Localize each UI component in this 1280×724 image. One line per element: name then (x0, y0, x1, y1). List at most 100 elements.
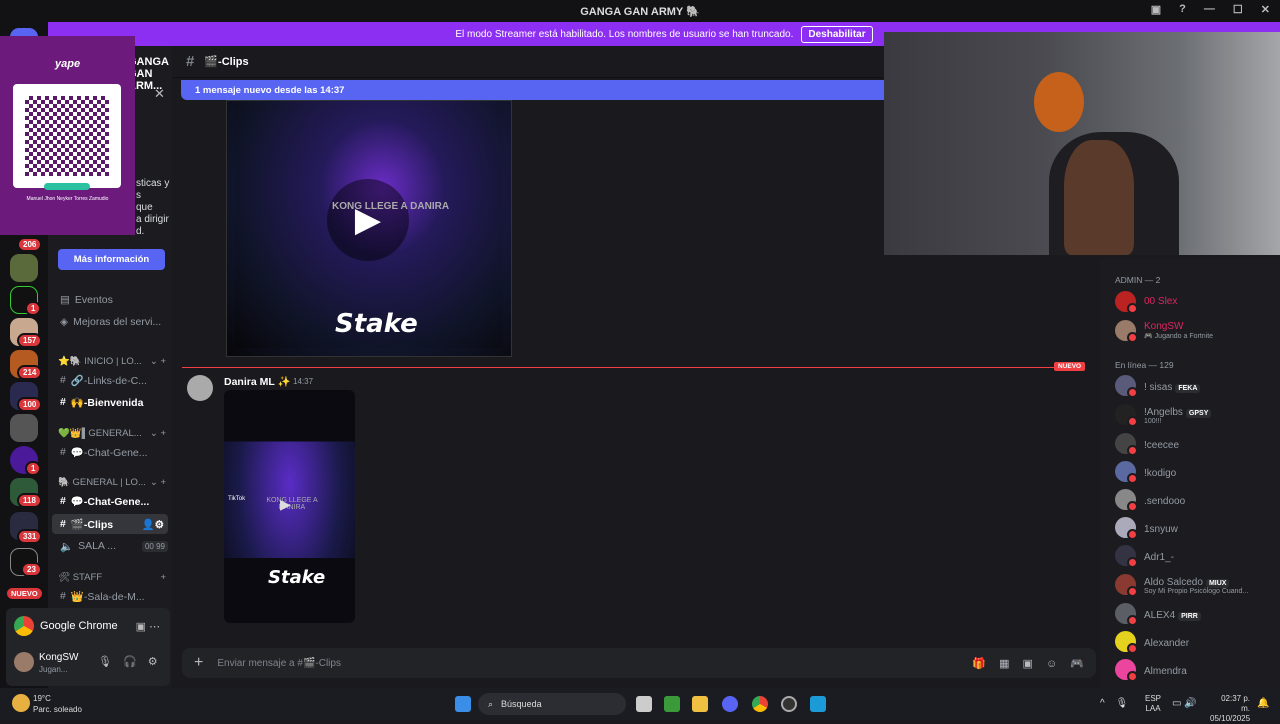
add-attachment-button[interactable]: + (194, 654, 203, 672)
member-item[interactable]: ! sisas FEKA (1115, 375, 1280, 398)
discord-icon[interactable] (722, 696, 738, 712)
mention-badge: 157 (17, 333, 43, 348)
member-list: ADMIN — 2 00 Slex KongSW 🎮 Jugando a Fort… (1100, 258, 1280, 688)
server-icon[interactable] (10, 414, 38, 442)
emoji-icon[interactable]: ☺ (1046, 658, 1057, 670)
author-avatar[interactable] (187, 375, 213, 401)
boosts-link[interactable]: Mejoras del servi... (73, 316, 161, 328)
new-servers-pill[interactable]: NUEVO (5, 586, 44, 601)
weather-desc[interactable]: Parc. soleado (33, 705, 82, 714)
video-embed-2[interactable]: TikTok KONG LLEGE A DANIRA ▶ Stake (224, 390, 355, 623)
mic-tray-icon[interactable]: 🎙 (1115, 698, 1128, 709)
disable-streamer-button[interactable]: Deshabilitar (801, 25, 873, 43)
member-item[interactable]: 1snyuw (1115, 517, 1280, 540)
user-panel: Google Chrome ▣ ⋯ KongSW Jugan... 🎙 🎧 ⚙ (6, 608, 170, 686)
weather-temp[interactable]: 19°C (33, 694, 51, 703)
message-composer[interactable]: + Enviar mensaje a #🎬-Clips 🎁 ▦ ▣ ☺ 🎮 (182, 648, 1096, 678)
mention-badge: 23 (21, 562, 42, 577)
chrome-icon (14, 616, 34, 636)
channel-links[interactable]: # 🔗-Links-de-C... (52, 370, 168, 390)
channel-chat-general-2[interactable]: # 💬-Chat-Gene... (52, 491, 168, 511)
start-button[interactable] (455, 696, 471, 712)
member-avatar (1115, 659, 1138, 682)
category-general[interactable]: 💚👑▌GENERAL... ⌄ + (58, 428, 166, 439)
channel-chat-general[interactable]: # 💬-Chat-Gene... (52, 442, 168, 462)
member-item[interactable]: Adr1_- (1115, 545, 1280, 568)
gif-icon[interactable]: ▦ (999, 658, 1009, 670)
channel-bienvenida[interactable]: # 🙌-Bienvenida (52, 392, 168, 412)
member-avatar (1115, 517, 1138, 540)
minecraft-icon[interactable] (664, 696, 680, 712)
member-item[interactable]: !ceecee (1115, 433, 1280, 456)
apps-icon[interactable]: 🎮 (1070, 658, 1084, 670)
video-caption: KONG LLEGE A DANIRA (266, 497, 318, 511)
member-item[interactable]: KongSW 🎮 Jugando a Fortnite (1115, 320, 1280, 343)
network-volume-icons[interactable]: ▭ 🔊 (1172, 698, 1197, 709)
message-time: 14:37 (293, 377, 314, 386)
inbox-icon[interactable]: ▣ (1151, 3, 1161, 16)
title-bar: GANGA GAN ARMY 🐘 ▣? — ☐ ✕ (0, 0, 1280, 22)
obs-icon[interactable] (781, 696, 797, 712)
maximize-button[interactable]: ☐ (1233, 3, 1243, 16)
voice-channel-sala[interactable]: 🔈 SALA ... 00 99 (52, 536, 168, 556)
guild-tag: MIUX (1205, 579, 1230, 588)
play-button[interactable]: ▶ (280, 496, 291, 513)
message-author[interactable]: Danira ML ✨ (224, 375, 291, 388)
more-info-button[interactable]: Más información (58, 249, 165, 270)
events-link[interactable]: Eventos (75, 294, 113, 306)
task-view-icon[interactable] (636, 696, 652, 712)
play-button[interactable]: ▶ (327, 179, 409, 261)
activity-row[interactable]: Google Chrome ▣ ⋯ (14, 616, 160, 636)
member-name: Adr1_- (1144, 552, 1175, 563)
promo-text: sticas y s que a dirigir d. (136, 178, 170, 237)
member-avatar (1115, 403, 1138, 427)
gift-icon[interactable]: 🎁 (972, 658, 986, 670)
search-box[interactable]: ⌕ Búsqueda (478, 693, 626, 715)
mention-badge: 100 (17, 397, 43, 412)
member-item[interactable]: ALEX4 PIRR (1115, 603, 1280, 626)
close-icon[interactable]: ✕ (154, 86, 165, 102)
channel-clips[interactable]: # 🎬-Clips 👤⚙ (52, 514, 168, 534)
member-item[interactable]: !kodigo (1115, 461, 1280, 484)
category-inicio[interactable]: ⭐🐘 INICIO | LO... ⌄ + (58, 356, 166, 367)
file-explorer-icon[interactable] (692, 696, 708, 712)
headphones-icon[interactable]: 🎧 (123, 656, 137, 668)
member-name: !Angelbs (1144, 407, 1183, 418)
member-item[interactable]: !Angelbs GPSY 100!!! (1115, 403, 1280, 427)
microphone-icon[interactable]: 🎙 (98, 656, 112, 668)
member-item[interactable]: Almendra (1115, 659, 1280, 682)
member-item[interactable]: .sendooo (1115, 489, 1280, 512)
sticker-icon[interactable]: ▣ (1023, 658, 1033, 670)
app-icon[interactable] (810, 696, 826, 712)
member-item[interactable]: Aldo Salcedo MIUX Soy Mi Propio Psicólogo … (1115, 573, 1280, 597)
weather-icon[interactable] (12, 694, 30, 712)
language-indicator[interactable]: ESP LAA (1145, 694, 1161, 714)
member-avatar (1115, 461, 1138, 484)
channel-sala-de-mods[interactable]: # 👑-Sala-de-M... (52, 586, 168, 606)
member-avatar (1115, 631, 1138, 654)
qr-code (13, 84, 121, 188)
category-staff[interactable]: 🛠 STAFF + (58, 572, 166, 583)
tray-chevron-icon[interactable]: ^ (1100, 698, 1105, 709)
close-button[interactable]: ✕ (1261, 3, 1270, 16)
help-icon[interactable]: ? (1179, 3, 1186, 16)
settings-icon[interactable]: ⚙ (148, 656, 158, 668)
webcam-overlay (884, 32, 1280, 255)
boost-icon: ◈ (60, 316, 69, 328)
stake-logo: Stake (268, 567, 326, 588)
avatar[interactable] (14, 652, 34, 672)
guild-tag: PIRR (1178, 612, 1201, 621)
chrome-taskbar-icon[interactable] (752, 696, 768, 712)
minimize-button[interactable]: — (1204, 3, 1215, 16)
video-embed[interactable]: ▶ KONG LLEGE A DANIRA Stake (226, 100, 512, 357)
member-item[interactable]: Alexander (1115, 631, 1280, 654)
message-input[interactable]: Enviar mensaje a #🎬-Clips (217, 658, 341, 669)
new-messages-bar[interactable]: 1 mensaje nuevo desde las 14:37 (181, 80, 884, 100)
member-status: Soy Mi Propio Psicólogo Cuand... (1144, 588, 1249, 595)
category-general-2[interactable]: 🐘 GENERAL | LO... ⌄ + (58, 477, 166, 488)
mention-badge: 1 (25, 461, 42, 476)
server-icon[interactable] (10, 254, 38, 282)
notification-bell-icon[interactable]: 🔔 (1257, 698, 1269, 709)
member-item[interactable]: 00 Slex (1115, 291, 1280, 314)
yape-owner: Manuel Jhon Neyker Torres Zamudio (26, 196, 109, 202)
